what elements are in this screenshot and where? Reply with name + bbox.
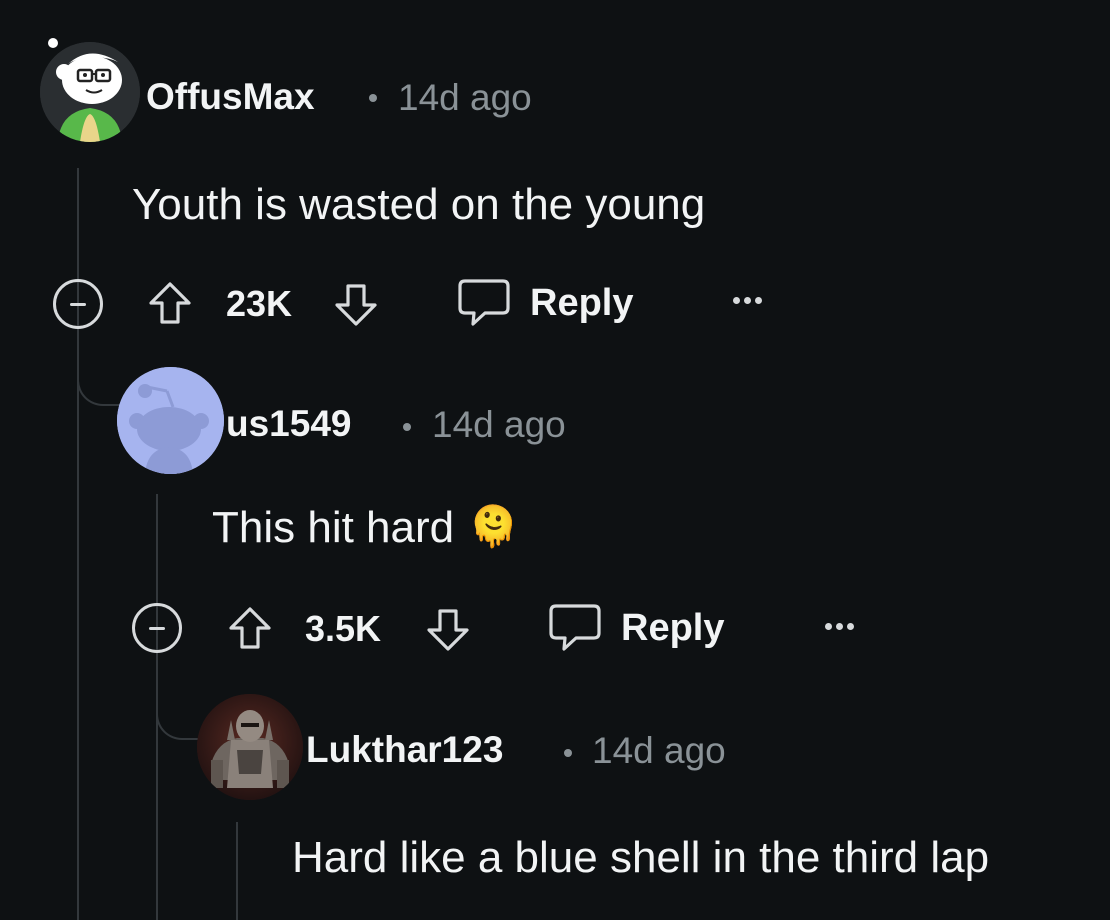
timestamp: 14d ago <box>432 404 566 445</box>
thread-line-level3[interactable] <box>236 822 238 920</box>
vote-score: 23K <box>226 283 293 324</box>
username[interactable]: Lukthar123 <box>306 731 503 768</box>
separator-dot <box>403 423 411 431</box>
thread-connector-1 <box>77 326 123 406</box>
comment-body: Youth is wasted on the young <box>132 180 706 229</box>
collapse-button[interactable] <box>132 603 182 653</box>
avatar-accessory <box>48 38 58 48</box>
downvote-icon[interactable] <box>424 606 472 654</box>
upvote-icon[interactable] <box>146 279 194 327</box>
thread-connector-2 <box>156 656 202 740</box>
collapse-button[interactable] <box>53 279 103 329</box>
separator-dot <box>369 94 377 102</box>
default-snoo-avatar-icon <box>117 367 224 474</box>
username[interactable]: us1549 <box>226 405 352 442</box>
more-options-icon[interactable] <box>733 297 762 304</box>
user-avatar[interactable] <box>117 367 224 474</box>
vote-score: 3.5K <box>305 608 382 649</box>
armored-figure-avatar-icon <box>197 694 303 800</box>
comment-body: This hit hard 🫠 <box>212 506 518 550</box>
comment-bubble-icon[interactable] <box>548 603 602 653</box>
comment-text: This hit hard <box>212 503 455 552</box>
user-avatar[interactable] <box>197 694 303 800</box>
melting-face-emoji: 🫠 <box>468 505 519 549</box>
user-avatar[interactable] <box>40 42 140 142</box>
separator-dot <box>564 749 572 757</box>
reply-label[interactable]: Reply <box>621 609 724 647</box>
comment-body: Hard like a blue shell in the third lap <box>292 833 990 882</box>
username[interactable]: OffusMax <box>146 78 315 115</box>
timestamp: 14d ago <box>592 730 726 771</box>
reply-label[interactable]: Reply <box>530 284 633 322</box>
upvote-icon[interactable] <box>226 604 274 652</box>
downvote-icon[interactable] <box>332 281 380 329</box>
snoo-glasses-avatar-icon <box>40 42 140 142</box>
timestamp: 14d ago <box>398 77 532 118</box>
comment-bubble-icon[interactable] <box>457 278 511 328</box>
more-options-icon[interactable] <box>825 623 854 630</box>
